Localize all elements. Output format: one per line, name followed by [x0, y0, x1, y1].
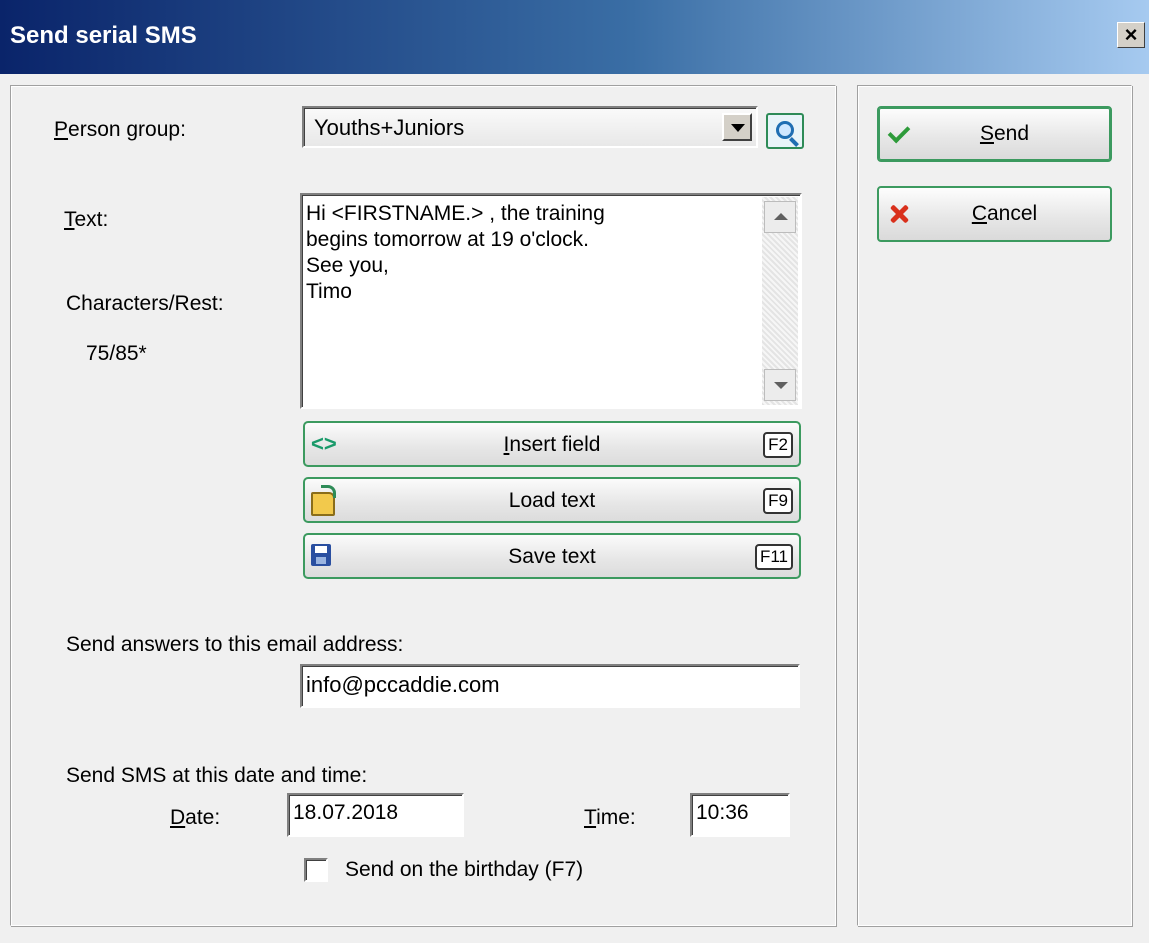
sms-text-area[interactable]: Hi <FIRSTNAME.> , the training begins to…	[300, 193, 802, 409]
time-label: Time:	[584, 806, 636, 829]
dropdown-arrow-icon[interactable]	[722, 113, 752, 141]
characters-rest-label: Characters/Rest:	[66, 292, 224, 315]
f2-key-badge: F2	[763, 432, 793, 458]
person-group-label: Person group:	[54, 118, 186, 141]
cancel-button[interactable]: Cancel	[877, 186, 1112, 242]
text-scrollbar[interactable]	[762, 197, 798, 405]
send-label: Send	[979, 122, 1030, 145]
birthday-label[interactable]: Send on the birthday (F7)	[345, 858, 583, 882]
scroll-up-icon[interactable]	[764, 201, 796, 233]
window-title: Send serial SMS	[10, 22, 197, 49]
scroll-down-icon[interactable]	[764, 369, 796, 401]
time-field[interactable]: 10:36	[690, 793, 790, 837]
characters-rest-value: 75/85*	[86, 342, 147, 365]
save-text-button[interactable]: Save text F11	[303, 533, 801, 579]
insert-field-label: Insert field	[503, 433, 601, 456]
f11-key-badge: F11	[754, 544, 793, 570]
schedule-label: Send SMS at this date and time:	[66, 764, 368, 787]
send-button[interactable]: Send	[877, 106, 1112, 162]
load-text-button[interactable]: Load text F9	[303, 477, 801, 523]
person-group-value: Youths+Juniors	[314, 115, 465, 140]
f9-key-badge: F9	[763, 488, 793, 514]
load-text-label: Load text	[508, 489, 596, 512]
email-field[interactable]: info@pccaddie.com	[300, 664, 800, 708]
date-label: Date:	[170, 806, 221, 829]
sms-text-content: Hi <FIRSTNAME.> , the training begins to…	[306, 202, 605, 303]
close-button[interactable]: ×	[1117, 22, 1145, 48]
person-group-select[interactable]: Youths+Juniors	[302, 106, 758, 148]
close-icon: ×	[1124, 22, 1138, 47]
cancel-label: Cancel	[971, 202, 1038, 225]
date-field[interactable]: 18.07.2018	[287, 793, 464, 837]
save-text-label: Save text	[508, 545, 596, 568]
text-label: Text:	[64, 208, 109, 231]
birthday-checkbox[interactable]	[304, 858, 328, 882]
title-bar: Send serial SMS ×	[0, 0, 1149, 74]
insert-field-button[interactable]: <> Insert field F2	[303, 421, 801, 467]
person-group-lookup-button[interactable]	[766, 113, 804, 149]
email-label: Send answers to this email address:	[66, 633, 404, 656]
magnifier-icon	[776, 121, 794, 139]
